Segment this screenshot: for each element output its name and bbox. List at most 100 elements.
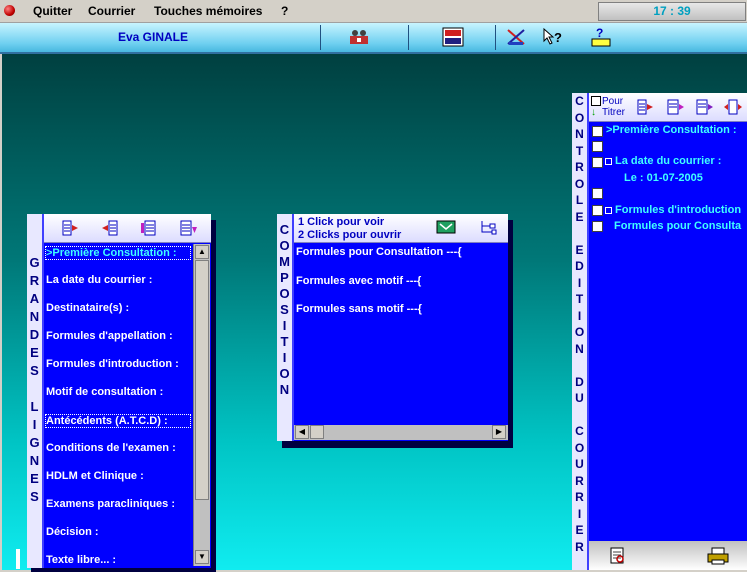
title-letter: O — [279, 286, 290, 301]
title-letter: G — [29, 255, 40, 270]
title-letter: O — [574, 440, 585, 455]
controle-line-text: La date du courrier : — [615, 155, 722, 167]
title-letter: D — [575, 374, 584, 389]
menu-quitter-label: Quitter — [33, 4, 73, 18]
line-checkbox[interactable] — [592, 188, 603, 199]
composition-item[interactable]: Formules avec motif ---{ — [296, 275, 421, 287]
scroll-right-button[interactable]: ▶ — [492, 425, 506, 439]
print-preview-icon[interactable] — [609, 547, 627, 565]
scroll-thumb[interactable] — [195, 260, 209, 500]
list-item[interactable]: Décision : — [46, 526, 99, 538]
controle-footer — [589, 541, 747, 570]
composition-item[interactable]: Formules pour Consultation ---{ — [296, 246, 462, 258]
controle-line[interactable]: La date du courrier : — [605, 155, 721, 167]
line-checkbox[interactable] — [592, 221, 603, 232]
title-letter: D — [29, 327, 40, 342]
composition-hscrollbar[interactable]: ◀ ▶ — [294, 425, 508, 440]
controle-line[interactable]: >Première Consultation : — [606, 124, 737, 136]
composition-toolbar: 1 Click pour voir 2 Clicks pour ouvrir — [294, 214, 508, 243]
alpha-face-icon[interactable] — [442, 27, 464, 47]
toolbar-separator — [495, 25, 496, 50]
bullet-icon — [605, 206, 612, 214]
grandes-lignes-toolbar — [44, 214, 211, 243]
move-left-icon[interactable] — [100, 220, 118, 236]
menu-quitter[interactable]: Quitter — [33, 4, 72, 18]
list-item[interactable]: Formules d'introduction : — [46, 358, 179, 370]
what-is-icon[interactable]: ? — [542, 27, 564, 47]
composition-title-letters: COMPOSITION — [277, 222, 292, 398]
list-item[interactable]: Antécédents (A.T.C.D) : — [45, 414, 191, 428]
title-letter: I — [282, 318, 287, 333]
patient-name: Eva GINALE — [118, 30, 189, 44]
list-item[interactable]: Motif de consultation : — [46, 386, 163, 398]
titrer-label: Titrer — [602, 107, 625, 118]
reunion-icon[interactable] — [348, 27, 370, 47]
move-both-icon[interactable] — [724, 99, 742, 115]
title-letter — [572, 225, 587, 242]
printer-icon[interactable] — [707, 547, 729, 565]
app-icon[interactable] — [4, 5, 15, 16]
composition-title: COMPOSITION — [277, 214, 294, 441]
list-item[interactable]: La date du courrier : — [46, 274, 152, 286]
menu-touches-memoires[interactable]: Touches mémoires — [154, 4, 262, 18]
title-letter: C — [575, 94, 584, 108]
svg-text:?: ? — [554, 30, 562, 45]
scroll-down-button[interactable]: ▼ — [195, 550, 209, 564]
list-item[interactable]: HDLM et Clinique : — [46, 470, 144, 482]
list-item[interactable]: Texte libre... : — [46, 554, 116, 566]
menu-help[interactable]: ? — [281, 4, 288, 18]
line-checkbox[interactable] — [592, 157, 603, 168]
title-letter: P — [280, 270, 289, 285]
pour-titrer-label[interactable]: Pour Titrer — [602, 96, 625, 118]
move-right-icon[interactable] — [62, 220, 80, 236]
menu-help-label: ? — [281, 4, 289, 18]
title-letter: E — [575, 242, 584, 257]
title-letter — [572, 357, 587, 374]
line-checkbox[interactable] — [592, 126, 603, 137]
line-checkbox[interactable] — [592, 141, 603, 152]
title-letter: N — [29, 309, 40, 324]
title-letter: M — [279, 254, 290, 269]
scroll-thumb[interactable] — [310, 425, 324, 439]
composition-panel: COMPOSITION 1 Click pour voir 2 Clicks p… — [277, 214, 508, 441]
controle-line[interactable]: Le : 01-07-2005 — [624, 172, 703, 184]
controle-line[interactable]: Formules pour Consulta — [614, 220, 741, 232]
menu-courrier[interactable]: Courrier — [88, 4, 135, 18]
svg-text:?: ? — [596, 27, 603, 40]
scroll-left-button[interactable]: ◀ — [295, 425, 309, 439]
bullet-icon — [605, 157, 612, 165]
move-right-icon[interactable] — [637, 99, 655, 115]
title-letter: T — [575, 292, 584, 306]
composition-item[interactable]: Formules sans motif ---{ — [296, 303, 422, 315]
pour-titrer-checkbox[interactable] — [591, 96, 601, 106]
controle-line[interactable]: Formules d'introduction — [605, 204, 741, 216]
list-down-icon[interactable] — [180, 220, 198, 236]
window-edge-marker — [16, 549, 20, 569]
list-item[interactable]: Conditions de l'examen : — [46, 442, 176, 454]
cross-tool-icon[interactable] — [505, 27, 527, 47]
list-magenta-icon[interactable] — [667, 99, 685, 115]
view-screen-icon[interactable] — [436, 219, 456, 235]
title-letter: D — [575, 259, 584, 273]
title-letter: E — [575, 209, 584, 224]
menu-courrier-label: Courrier — [88, 4, 136, 18]
aide-rapide-icon[interactable]: ? — [590, 27, 612, 47]
composition-hint-1: 1 Click pour voir — [298, 216, 385, 228]
list-item[interactable]: Destinataire(s) : — [46, 302, 129, 314]
title-letter: R — [29, 273, 40, 288]
list-purple-icon[interactable] — [696, 99, 714, 115]
tree-structure-icon[interactable] — [479, 219, 497, 235]
menu-touches-label: Touches mémoires — [154, 4, 263, 18]
list-item[interactable]: Formules d'appellation : — [46, 330, 173, 342]
menu-bar: Quitter Courrier Touches mémoires ? 17 :… — [0, 0, 747, 23]
line-checkbox[interactable] — [592, 205, 603, 216]
insert-list-icon[interactable] — [140, 220, 158, 236]
list-item[interactable]: Examens paracliniques : — [46, 498, 175, 510]
title-letter: G — [29, 435, 40, 450]
title-letter: C — [279, 222, 290, 237]
title-letter: L — [30, 399, 39, 414]
scroll-up-button[interactable]: ▲ — [195, 245, 209, 259]
list-item[interactable]: >Première Consultation : — [45, 246, 191, 260]
title-letter: U — [575, 391, 584, 405]
grandes-lignes-scrollbar[interactable]: ▲ ▼ — [193, 244, 210, 566]
